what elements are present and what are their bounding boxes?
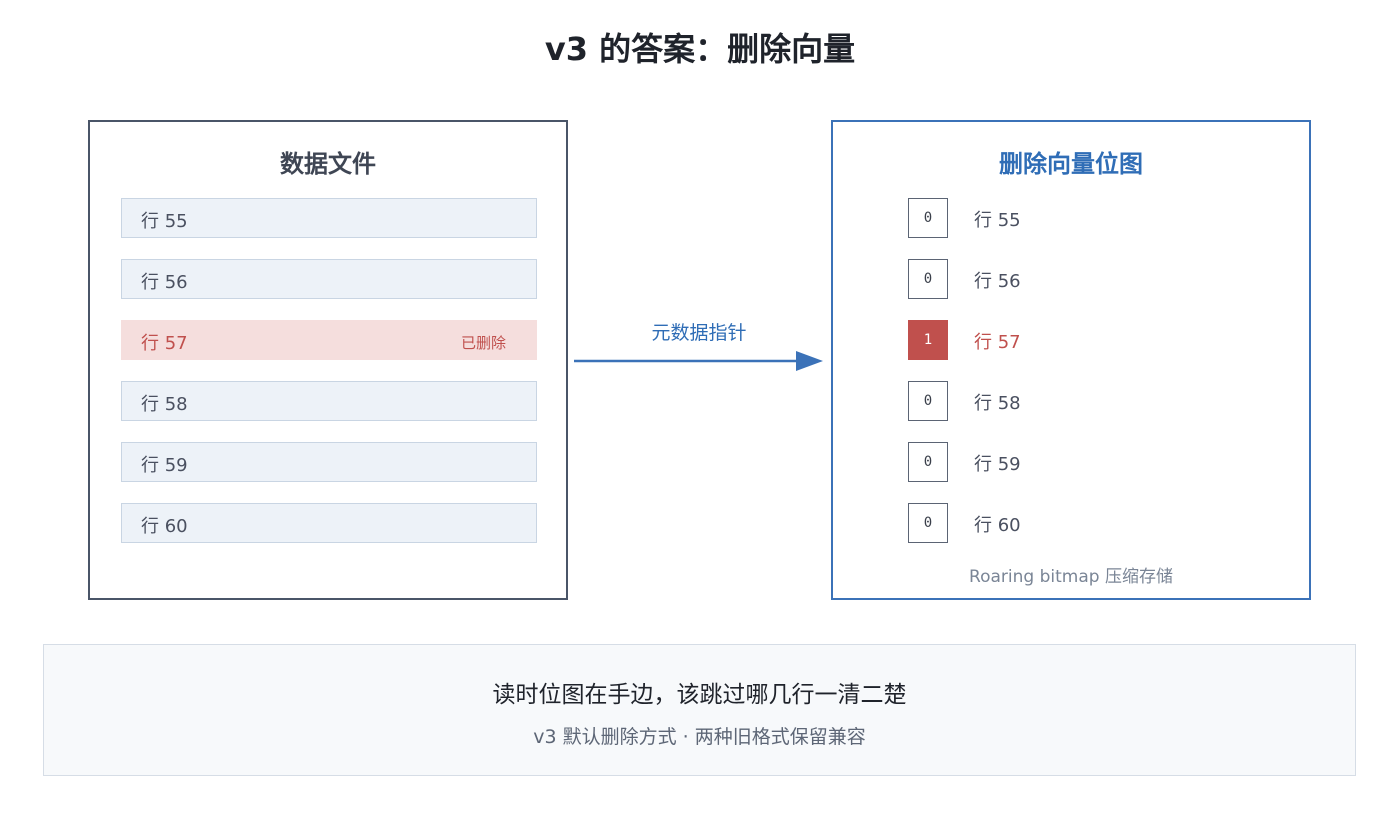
bit-label-57: 行 57 xyxy=(974,332,1021,353)
data-row-59: 行 59 xyxy=(121,442,537,482)
summary-main: 读时位图在手边，该跳过哪几行一清二楚 xyxy=(492,682,907,708)
bit-label-60: 行 60 xyxy=(974,515,1021,536)
bit-label-59: 行 59 xyxy=(974,454,1021,475)
summary-box: 读时位图在手边，该跳过哪几行一清二楚 v3 默认删除方式 · 两种旧格式保留兼容 xyxy=(43,644,1356,776)
data-row-58: 行 58 xyxy=(121,381,537,421)
data-row-56: 行 56 xyxy=(121,259,537,299)
bitmap-panel: 删除向量位图 0 行 55 0 行 56 1 行 57 0 行 58 0 行 5… xyxy=(831,120,1311,600)
bit-label-56: 行 56 xyxy=(974,271,1021,292)
bit-cell-55: 0 xyxy=(908,198,948,238)
data-row-60: 行 60 xyxy=(121,503,537,543)
bitmap-title: 删除向量位图 xyxy=(999,150,1143,178)
bit-cell-58: 0 xyxy=(908,381,948,421)
data-row-55: 行 55 xyxy=(121,198,537,238)
bit-cell-57-set: 1 xyxy=(908,320,948,360)
row-label: 行 60 xyxy=(141,516,188,537)
bit-label-55: 行 55 xyxy=(974,210,1021,231)
metadata-pointer-arrow xyxy=(574,351,823,371)
summary-sub: v3 默认删除方式 · 两种旧格式保留兼容 xyxy=(533,726,866,748)
bitmap-note: Roaring bitmap 压缩存储 xyxy=(969,567,1173,587)
row-label: 行 56 xyxy=(141,272,188,293)
bit-cell-56: 0 xyxy=(908,259,948,299)
row-label: 行 57 xyxy=(141,333,188,354)
bit-cell-60: 0 xyxy=(908,503,948,543)
data-file-panel: 数据文件 行 55 行 56 行 57 已删除 行 58 行 59 行 60 xyxy=(88,120,568,600)
row-label: 行 55 xyxy=(141,211,188,232)
page-title: v3 的答案：删除向量 xyxy=(544,30,856,68)
data-file-title: 数据文件 xyxy=(280,150,376,178)
bit-cell-59: 0 xyxy=(908,442,948,482)
deleted-tag: 已删除 xyxy=(460,334,506,352)
data-row-57-deleted: 行 57 已删除 xyxy=(121,320,537,360)
row-label: 行 59 xyxy=(141,455,188,476)
row-label: 行 58 xyxy=(141,394,188,415)
bit-label-58: 行 58 xyxy=(974,393,1021,414)
arrow-label: 元数据指针 xyxy=(651,322,747,344)
